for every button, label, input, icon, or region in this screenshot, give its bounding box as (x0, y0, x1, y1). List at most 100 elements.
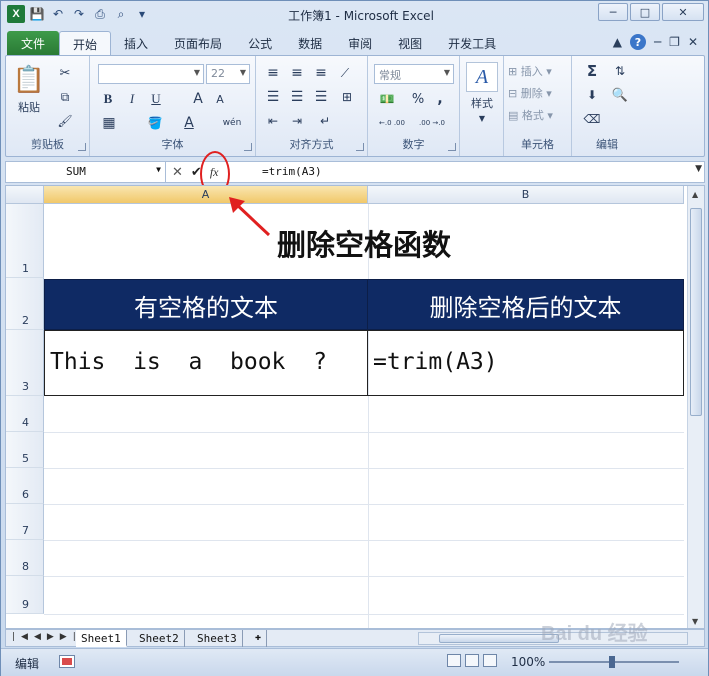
tab-review[interactable]: 审阅 (335, 31, 385, 55)
autosum-button[interactable]: Σ (580, 62, 604, 80)
align-top-icon[interactable]: ≡ (264, 64, 282, 82)
zoom-level[interactable]: 100% (511, 655, 545, 669)
tab-view[interactable]: 视图 (385, 31, 435, 55)
font-size-combo[interactable]: 22 ▼ (206, 64, 250, 84)
number-launcher-icon[interactable] (448, 143, 456, 151)
name-box[interactable]: SUM ▼ (6, 162, 166, 182)
tab-page-layout[interactable]: 页面布局 (161, 31, 235, 55)
sheet-tab-3[interactable]: Sheet3 (192, 630, 243, 647)
clear-icon[interactable]: ⌫ (580, 110, 604, 128)
normal-view-icon[interactable] (447, 654, 461, 667)
wrap-text-icon[interactable]: ↵ (316, 112, 334, 130)
align-bottom-icon[interactable]: ≡ (312, 64, 330, 82)
doc-minimize-icon[interactable]: ─ (654, 35, 661, 49)
sort-filter-icon[interactable]: ⇅ (608, 62, 632, 80)
shrink-font-button[interactable]: A (212, 90, 228, 108)
macro-record-icon[interactable] (59, 655, 75, 668)
paste-button[interactable]: 粘贴 (12, 100, 46, 114)
zoom-slider-knob[interactable] (609, 656, 615, 668)
styles-dropdown-icon[interactable]: ▼ (474, 112, 490, 124)
close-button[interactable]: ✕ (662, 3, 704, 21)
column-header-b[interactable]: B (368, 186, 684, 204)
vertical-scrollbar[interactable]: ▲ ▼ (687, 186, 704, 628)
align-center-icon[interactable]: ☰ (288, 88, 306, 106)
insert-cells-button[interactable]: ⊞ 插入 ▾ (508, 62, 568, 80)
page-break-view-icon[interactable] (483, 654, 497, 667)
decrease-indent-icon[interactable]: ⇤ (264, 112, 282, 130)
sheet-tab-1[interactable]: Sheet1 (76, 630, 127, 647)
cell-b3[interactable]: =trim(A3) (367, 330, 684, 396)
copy-icon[interactable]: ⧉ (56, 88, 74, 106)
doc-close-icon[interactable]: ✕ (688, 35, 698, 49)
row-header-3[interactable]: 3 (6, 330, 44, 396)
vertical-scroll-thumb[interactable] (690, 208, 702, 416)
doc-restore-icon[interactable]: ❐ (669, 35, 680, 49)
styles-icon[interactable]: A (466, 62, 498, 92)
header-cell-b2[interactable]: 删除空格后的文本 (367, 279, 684, 330)
expand-formula-bar-icon[interactable]: ▼ (695, 164, 702, 174)
fill-color-icon[interactable]: 🪣 (146, 114, 164, 132)
delete-cells-button[interactable]: ⊟ 删除 ▾ (508, 84, 568, 102)
insert-sheet-icon[interactable]: ✚ (250, 630, 268, 647)
row-header-6[interactable]: 6 (6, 468, 44, 504)
tab-file[interactable]: 文件 (7, 31, 60, 55)
maximize-button[interactable]: □ (630, 3, 660, 21)
cancel-entry-icon[interactable]: ✕ (172, 165, 183, 180)
find-select-icon[interactable]: 🔍 (608, 86, 632, 104)
font-launcher-icon[interactable] (244, 143, 252, 151)
excel-logo-icon[interactable]: X (7, 5, 25, 23)
worksheet-grid[interactable]: A B 1 2 3 4 5 6 7 8 9 删除空格函数 有空格的文本 删除空格… (5, 185, 705, 629)
decrease-decimal-button[interactable]: .00 →.0 (414, 114, 450, 132)
scroll-down-icon[interactable]: ▼ (692, 617, 698, 626)
accounting-format-icon[interactable]: 💵 (376, 90, 398, 108)
font-color-icon[interactable]: A (180, 114, 198, 132)
row-header-9[interactable]: 9 (6, 576, 44, 614)
print-icon[interactable]: ⎙ (91, 5, 109, 23)
page-layout-view-icon[interactable] (465, 654, 479, 667)
orientation-icon[interactable]: ⟋ (336, 64, 354, 82)
customize-qat-icon[interactable]: ▾ (133, 5, 151, 23)
font-name-combo[interactable]: ▼ (98, 64, 204, 84)
row-header-2[interactable]: 2 (6, 278, 44, 330)
merge-center-icon[interactable]: ⊞ (336, 88, 358, 106)
styles-button[interactable]: 样式 (462, 96, 502, 110)
column-header-a[interactable]: A (44, 186, 368, 204)
redo-icon[interactable]: ↷ (70, 5, 88, 23)
horizontal-scrollbar[interactable] (418, 632, 688, 645)
undo-icon[interactable]: ↶ (49, 5, 67, 23)
fill-icon[interactable]: ⬇ (580, 86, 604, 104)
row-header-7[interactable]: 7 (6, 504, 44, 540)
minimize-ribbon-icon[interactable]: ▲ (613, 35, 622, 49)
cell-a3[interactable]: This is a book ? (44, 330, 368, 396)
increase-decimal-button[interactable]: ←.0 .00 (374, 114, 410, 132)
comma-style-button[interactable]: , (432, 90, 448, 108)
horizontal-scroll-thumb[interactable] (439, 634, 559, 643)
align-middle-icon[interactable]: ≡ (288, 64, 306, 82)
tab-insert[interactable]: 插入 (111, 31, 161, 55)
percent-style-button[interactable]: % (410, 90, 426, 108)
select-all-corner[interactable] (6, 186, 44, 204)
sheet-nav-buttons[interactable]: |◀◀▶▶| (12, 632, 82, 642)
increase-indent-icon[interactable]: ⇥ (288, 112, 306, 130)
help-icon[interactable]: ? (629, 34, 646, 50)
print-preview-icon[interactable]: ⌕ (112, 5, 130, 23)
row-header-1[interactable]: 1 (6, 204, 44, 278)
underline-button[interactable]: U (148, 90, 164, 108)
tab-developer[interactable]: 开发工具 (435, 31, 509, 55)
tab-data[interactable]: 数据 (285, 31, 335, 55)
bold-button[interactable]: B (100, 90, 116, 108)
zoom-slider[interactable] (549, 656, 679, 668)
formula-input[interactable]: =trim(A3) (262, 165, 322, 178)
row-header-4[interactable]: 4 (6, 396, 44, 432)
alignment-launcher-icon[interactable] (356, 143, 364, 151)
minimize-button[interactable]: ─ (598, 3, 628, 21)
sheet-tab-2[interactable]: Sheet2 (134, 630, 185, 647)
header-cell-a2[interactable]: 有空格的文本 (44, 279, 368, 330)
format-painter-icon[interactable]: 🖌 (56, 112, 74, 130)
row-header-8[interactable]: 8 (6, 540, 44, 576)
scroll-up-icon[interactable]: ▲ (692, 190, 698, 199)
title-cell[interactable]: 删除空格函数 (44, 222, 684, 262)
clipboard-launcher-icon[interactable] (78, 143, 86, 151)
borders-icon[interactable]: ▦ (100, 114, 118, 132)
grow-font-button[interactable]: A (190, 90, 206, 108)
